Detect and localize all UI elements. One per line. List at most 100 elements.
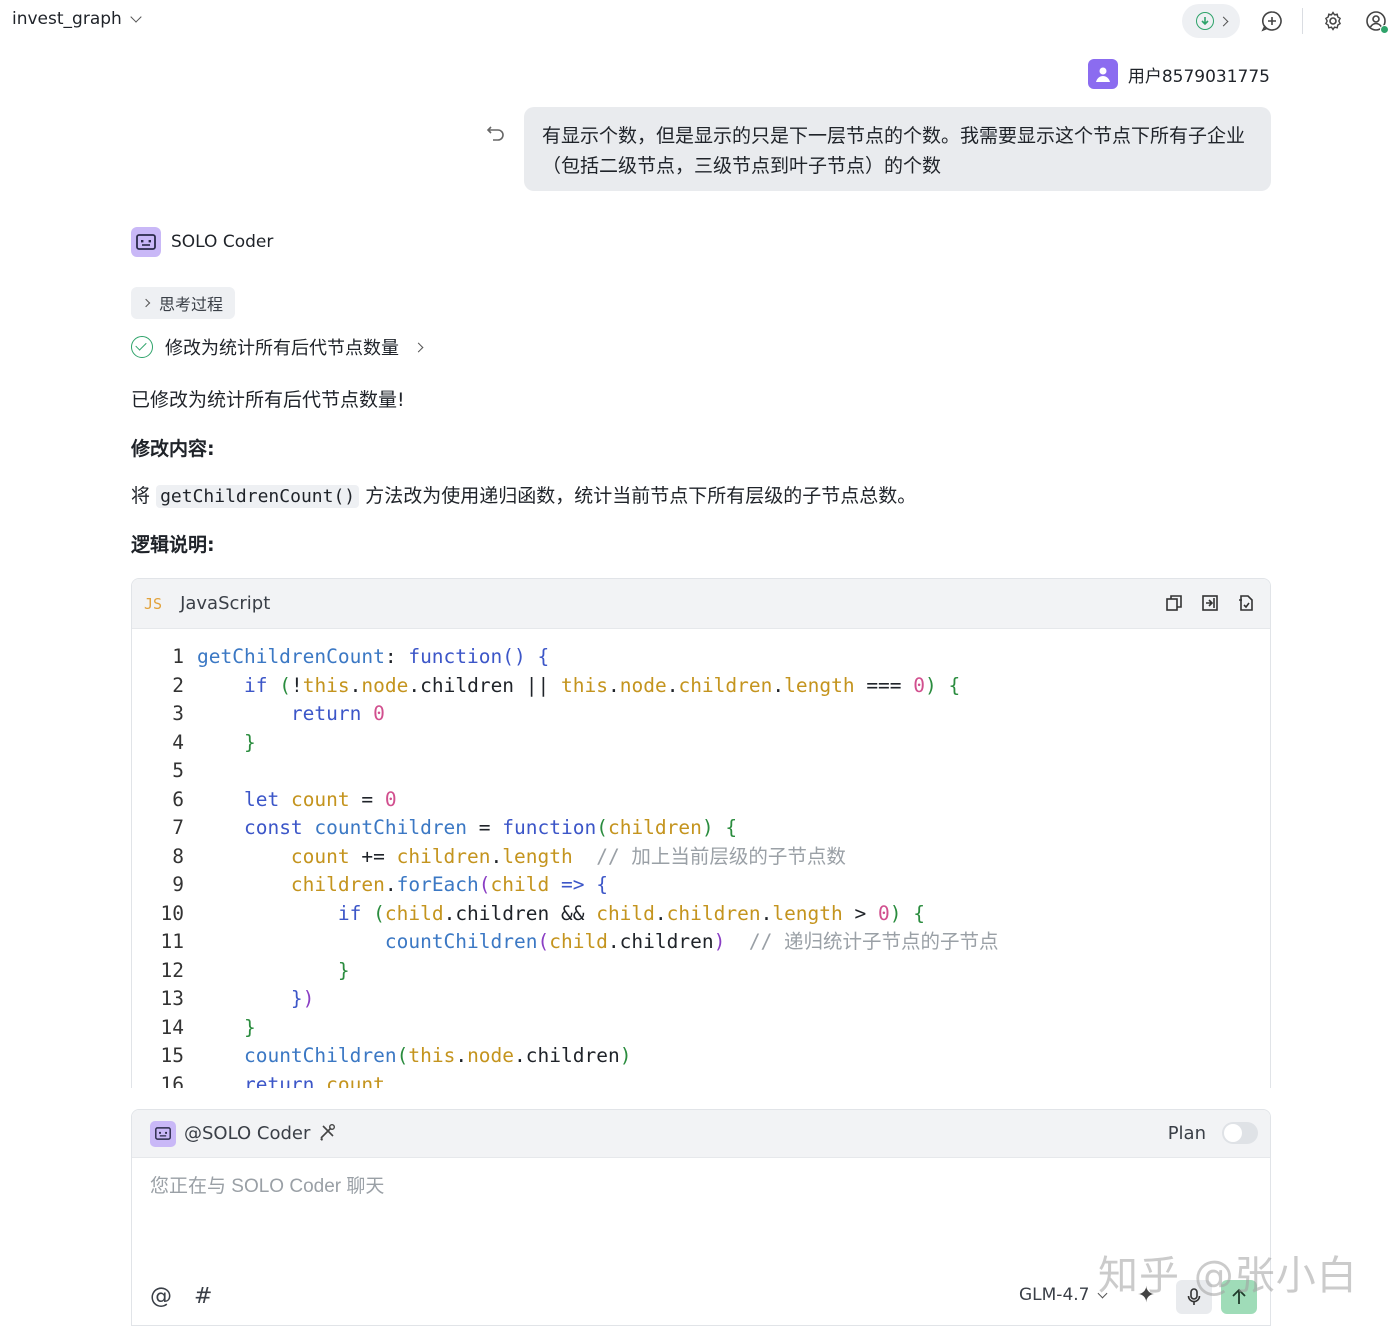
task-label: 修改为统计所有后代节点数量 xyxy=(165,338,399,359)
line-number: 10 xyxy=(160,901,184,925)
line-number: 7 xyxy=(172,816,184,839)
user-header: 用户8579031775 xyxy=(1087,59,1270,89)
code-text: countChildren(this.node.children) xyxy=(243,1044,632,1067)
code-block-header: JS JavaScript xyxy=(132,579,1270,629)
code-line: 10 if (child.children && child.children.… xyxy=(132,900,1270,929)
inline-code: getChildrenCount() xyxy=(156,485,360,508)
bot-avatar-icon xyxy=(131,227,161,257)
thinking-label: 思考过程 xyxy=(159,295,224,314)
line-number: 14 xyxy=(160,1015,184,1039)
line-number: 5 xyxy=(172,759,184,782)
watermark: 知乎 @张小白 xyxy=(1098,1253,1358,1299)
line-number: 1 xyxy=(172,645,184,668)
download-status-button[interactable] xyxy=(1182,4,1240,38)
model-name: GLM-4.7 xyxy=(1019,1285,1090,1305)
code-text: getChildrenCount: function() { xyxy=(197,645,550,668)
insert-to-file-icon[interactable] xyxy=(1200,593,1220,613)
gear-icon[interactable] xyxy=(1322,10,1344,32)
js-language-icon: JS xyxy=(144,594,163,613)
code-text: children.forEach(child => { xyxy=(290,873,608,896)
line-number: 9 xyxy=(172,873,184,896)
chat-input-header: @SOLO Coder Plan xyxy=(132,1110,1270,1158)
project-selector[interactable]: invest_graph xyxy=(12,9,142,29)
code-line: 5 xyxy=(132,757,1270,786)
code-line: 1 getChildrenCount: function() { xyxy=(132,643,1270,672)
online-status-dot xyxy=(1380,25,1389,34)
code-text: const countChildren = function(children)… xyxy=(243,816,738,839)
line-number: 12 xyxy=(160,958,184,982)
code-line: 16 return count xyxy=(132,1071,1270,1089)
undo-icon[interactable] xyxy=(485,122,507,144)
line-number: 16 xyxy=(160,1072,184,1089)
line-number: 2 xyxy=(172,673,184,697)
code-line: 6 let count = 0 xyxy=(132,786,1270,815)
tools-icon[interactable] xyxy=(318,1123,336,1145)
code-line: 8 count += children.length // 加上当前层级的子节点… xyxy=(132,843,1270,872)
line-number: 3 xyxy=(172,702,184,725)
code-line: 14 } xyxy=(132,1014,1270,1043)
code-line: 12 } xyxy=(132,957,1270,986)
code-text: count += children.length // 加上当前层级的子节点数 xyxy=(290,844,846,868)
chevron-right-icon xyxy=(1218,16,1228,26)
line-number: 11 xyxy=(160,930,184,953)
line-number: 13 xyxy=(160,987,184,1010)
code-text: } xyxy=(337,958,350,982)
change-description: 将 getChildrenCount() 方法改为使用递归函数，统计当前节点下所… xyxy=(131,482,916,511)
bot-avatar-icon xyxy=(150,1120,176,1147)
check-circle-icon xyxy=(131,336,153,358)
line-number: 8 xyxy=(172,844,184,868)
download-icon xyxy=(1195,12,1214,30)
code-block: JS JavaScript 1 getChildrenCount: functio… xyxy=(131,578,1271,1088)
username: 用户8579031775 xyxy=(1127,66,1270,87)
code-line: 9 children.forEach(child => { xyxy=(132,871,1270,900)
top-bar: invest_graph xyxy=(0,0,1394,42)
code-line: 15 countChildren(this.node.children) xyxy=(132,1042,1270,1071)
code-line: 4 } xyxy=(132,729,1270,758)
code-language: JavaScript xyxy=(180,593,271,614)
code-text: countChildren(child.children) // 递归统计子节点… xyxy=(384,930,999,953)
code-text: }) xyxy=(290,987,315,1010)
code-text: if (!this.node.children || this.node.chi… xyxy=(243,673,961,697)
agent-mention[interactable]: @SOLO Coder xyxy=(184,1123,310,1144)
code-actions xyxy=(1164,593,1256,613)
code-text: let count = 0 xyxy=(243,787,397,811)
plan-label: Plan xyxy=(1167,1122,1206,1144)
code-line: 3 return 0 xyxy=(132,700,1270,729)
summary-text: 已修改为统计所有后代节点数量! xyxy=(131,389,405,411)
line-number: 6 xyxy=(172,787,184,811)
chevron-right-icon xyxy=(141,298,151,308)
assistant-header: SOLO Coder xyxy=(131,227,273,257)
project-name: invest_graph xyxy=(12,9,122,29)
code-text: if (child.children && child.children.len… xyxy=(337,901,926,925)
code-text: return count xyxy=(243,1072,385,1089)
code-line: 11 countChildren(child.children) // 递归统计… xyxy=(132,928,1270,957)
code-line: 7 const countChildren = function(childre… xyxy=(132,814,1270,843)
code-line: 13 }) xyxy=(132,985,1270,1014)
plan-toggle[interactable] xyxy=(1222,1122,1258,1144)
copy-icon[interactable] xyxy=(1164,593,1184,613)
mention-button[interactable]: @ xyxy=(150,1284,172,1309)
model-selector[interactable]: GLM-4.7 xyxy=(1019,1285,1108,1305)
change-suffix: 方法改为使用递归函数，统计当前节点下所有层级的子节点总数。 xyxy=(365,485,917,507)
new-chat-icon[interactable] xyxy=(1261,10,1283,32)
line-number: 4 xyxy=(172,730,184,754)
user-avatar xyxy=(1087,59,1118,89)
task-item[interactable]: 修改为统计所有后代节点数量 xyxy=(131,334,424,360)
context-button[interactable]: # xyxy=(194,1284,212,1309)
change-prefix: 将 xyxy=(131,485,151,507)
plan-toggle-group: Plan xyxy=(1168,1122,1258,1144)
code-text: } xyxy=(243,730,256,754)
code-body: 1 getChildrenCount: function() { 2 if (!t… xyxy=(132,629,1270,1088)
section-heading-changes: 修改内容: xyxy=(131,438,215,460)
chat-message-input[interactable] xyxy=(150,1176,1250,1198)
apply-to-file-icon[interactable] xyxy=(1236,593,1256,613)
chevron-down-icon xyxy=(130,11,142,23)
thinking-process-toggle[interactable]: 思考过程 xyxy=(131,287,236,319)
section-heading-logic: 逻辑说明: xyxy=(131,534,215,556)
user-message-bubble: 有显示个数，但是显示的只是下一层节点的个数。我需要显示这个节点下所有子企业（包括… xyxy=(524,107,1271,191)
code-text: } xyxy=(243,1015,256,1039)
code-line: 2 if (!this.node.children || this.node.c… xyxy=(132,672,1270,701)
divider xyxy=(1302,8,1303,34)
line-number: 15 xyxy=(160,1044,184,1067)
code-text: return 0 xyxy=(290,702,385,725)
